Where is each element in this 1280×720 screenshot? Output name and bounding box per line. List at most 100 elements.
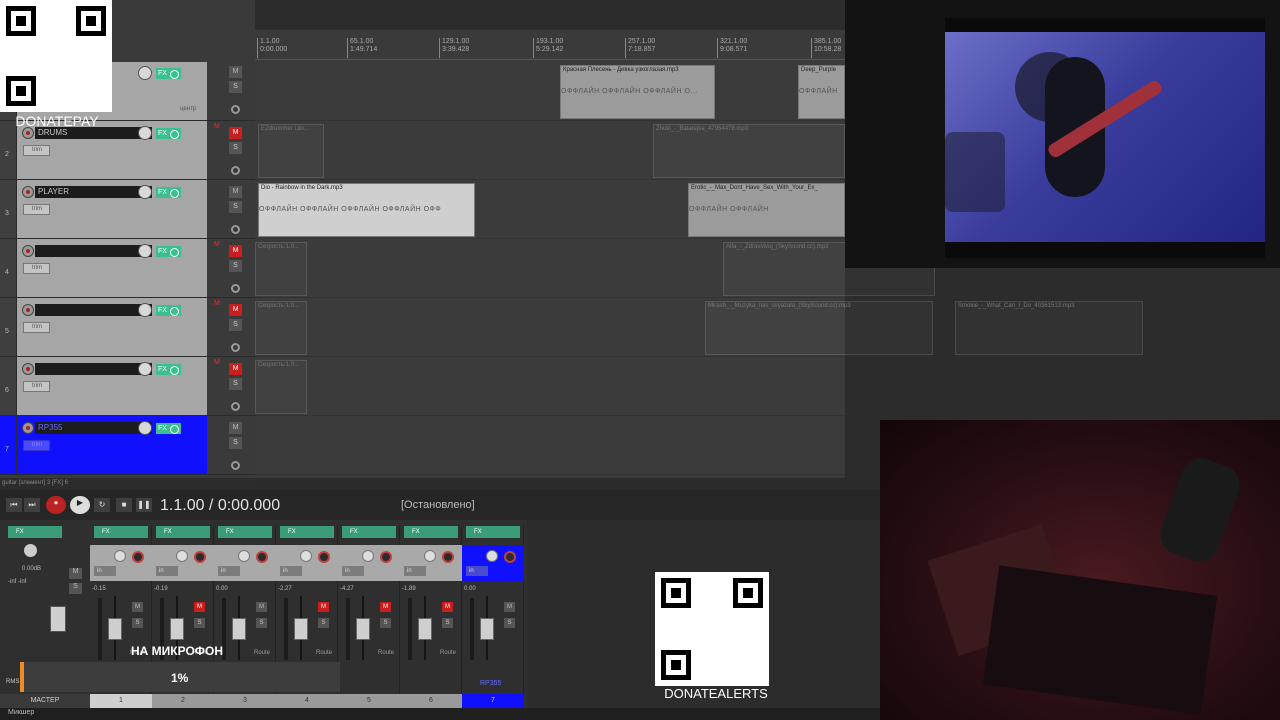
pan-knob[interactable] [486, 550, 498, 562]
media-item-offline[interactable]: Mirash_-_Muzyka_nas_svyazala_(SkySound.c… [705, 301, 933, 355]
stop-icon[interactable]: ■ [116, 498, 132, 512]
media-item-offline[interactable]: Smokie_-_What_Can_I_Do_40361513.mp3 [955, 301, 1143, 355]
solo-button[interactable]: S [132, 618, 143, 628]
media-item-offline[interactable]: Zhuki_-_Batarejka_47954478.mp3 [653, 124, 845, 178]
mute-button[interactable]: M [256, 602, 267, 612]
record-arm-icon[interactable] [504, 551, 516, 563]
pan-knob[interactable] [114, 550, 126, 562]
fx-slot[interactable]: FX [94, 526, 148, 538]
solo-button[interactable]: S [442, 618, 453, 628]
volume-fader[interactable] [480, 618, 494, 640]
record-arm-icon[interactable] [132, 551, 144, 563]
solo-button[interactable]: S [229, 142, 242, 154]
route-button[interactable]: Route [378, 650, 394, 656]
channel-number[interactable]: 6 [400, 694, 462, 708]
track-row-selected[interactable]: 7 RP355 FX trim MS [0, 416, 255, 475]
trim-button[interactable]: trim [23, 440, 50, 451]
timeline-ruler[interactable]: 1.1.00 0:00.000 65.1.00 1:49.714 129.1.00 3… [255, 30, 880, 60]
track-lane[interactable]: Красная Плесень - Девка узкоглазая.mp3 ОФ… [255, 62, 845, 121]
mute-button[interactable]: M [194, 602, 205, 612]
track-row[interactable]: 5 FX trim MMS [0, 298, 255, 357]
mixer-tab[interactable]: Микшер [8, 709, 34, 716]
volume-fader[interactable] [418, 618, 432, 640]
route-button[interactable]: Route [316, 650, 332, 656]
channel-number[interactable]: 4 [276, 694, 338, 708]
channel-number[interactable]: 3 [214, 694, 276, 708]
phase-icon[interactable] [231, 284, 240, 293]
volume-fader[interactable] [108, 618, 122, 640]
volume-knob[interactable] [138, 421, 152, 435]
input-button[interactable]: in [218, 566, 240, 576]
channel-number[interactable]: 5 [338, 694, 400, 708]
loop-icon[interactable]: ↻ [94, 498, 110, 512]
track-lane[interactable]: Скорость:1.0... Alfa_-_Zdravstvuj_(SkySo… [255, 239, 935, 298]
record-arm-icon[interactable] [22, 363, 34, 375]
master-fx-slot[interactable]: FX [8, 526, 62, 538]
mute-button[interactable]: M [442, 602, 453, 612]
media-item-offline[interactable]: EZdrummer Libr... [258, 124, 324, 178]
solo-button[interactable]: S [194, 618, 205, 628]
record-arm-icon[interactable] [380, 551, 392, 563]
fx-button[interactable]: FX [156, 305, 181, 316]
go-start-icon[interactable]: ⏮ [6, 498, 22, 512]
media-item-offline[interactable]: Скорость:1.0... [255, 301, 307, 355]
track-row[interactable]: 3 PLAYER FX trim MS [0, 180, 255, 239]
phase-icon[interactable] [231, 166, 240, 175]
channel-number[interactable]: 7 [462, 694, 524, 708]
solo-button[interactable]: S [229, 319, 242, 331]
solo-button[interactable]: S [229, 201, 242, 213]
record-arm-icon[interactable] [318, 551, 330, 563]
mute-button[interactable]: M [229, 127, 242, 139]
track-lane[interactable] [255, 416, 845, 475]
track-lane[interactable]: Скорость:1.0... [255, 357, 845, 416]
mixer-channel[interactable]: FX in -4.27 M S Route [338, 526, 400, 694]
play-icon[interactable]: ▶ [70, 496, 90, 514]
fx-slot[interactable]: FX [280, 526, 334, 538]
track-row[interactable]: 2 DRUMS FX trim MMS [0, 121, 255, 180]
track-lane[interactable]: Dio - Rainbow in the Dark.mp3 ОФФЛАЙН ОФФ… [255, 180, 845, 239]
record-arm-icon[interactable] [22, 304, 34, 316]
solo-button[interactable]: S [318, 618, 329, 628]
master-fader[interactable] [50, 606, 66, 632]
master-phase-icon[interactable] [231, 105, 240, 114]
mute-button[interactable]: M [132, 602, 143, 612]
master-mute-button[interactable]: M [229, 66, 242, 78]
media-item[interactable]: Dio - Rainbow in the Dark.mp3 ОФФЛАЙН ОФФ… [258, 183, 475, 237]
fx-button[interactable]: FX [156, 187, 181, 198]
fx-slot[interactable]: FX [404, 526, 458, 538]
input-button[interactable]: in [342, 566, 364, 576]
track-name[interactable]: RP355 [35, 422, 152, 434]
mixer-channel[interactable]: FX in -1.89 M S Route [400, 526, 462, 694]
master-solo-button[interactable]: S [69, 583, 82, 594]
trim-button[interactable]: trim [23, 322, 50, 333]
solo-button[interactable]: S [229, 378, 242, 390]
volume-fader[interactable] [356, 618, 370, 640]
trim-button[interactable]: trim [23, 204, 50, 215]
channel-number[interactable]: 2 [152, 694, 214, 708]
volume-fader[interactable] [232, 618, 246, 640]
track-name[interactable] [35, 304, 152, 316]
input-button[interactable]: in [466, 566, 488, 576]
volume-knob[interactable] [138, 362, 152, 376]
mute-button[interactable]: M [504, 602, 515, 612]
media-item-offline[interactable]: Скорость:1.0... [255, 360, 307, 414]
go-end-icon[interactable]: ⏭ [24, 498, 40, 512]
solo-button[interactable]: S [256, 618, 267, 628]
record-arm-icon[interactable] [442, 551, 454, 563]
mute-button[interactable]: M [229, 186, 242, 198]
phase-icon[interactable] [231, 343, 240, 352]
mixer-channel-selected[interactable]: FX in 0.00 M S RP355 [462, 526, 524, 694]
volume-knob[interactable] [138, 303, 152, 317]
mute-button[interactable]: M [380, 602, 391, 612]
channel-number[interactable]: 1 [90, 694, 152, 708]
input-button[interactable]: in [404, 566, 426, 576]
solo-button[interactable]: S [229, 260, 242, 272]
route-button[interactable]: Route [254, 650, 270, 656]
input-button[interactable]: in [280, 566, 302, 576]
fx-slot[interactable]: FX [342, 526, 396, 538]
input-button[interactable]: in [156, 566, 178, 576]
record-arm-icon[interactable] [22, 186, 34, 198]
master-volume-knob[interactable] [138, 66, 152, 80]
mute-button[interactable]: M [318, 602, 329, 612]
track-lane[interactable]: EZdrummer Libr... Zhuki_-_Batarejka_4795… [255, 121, 845, 180]
